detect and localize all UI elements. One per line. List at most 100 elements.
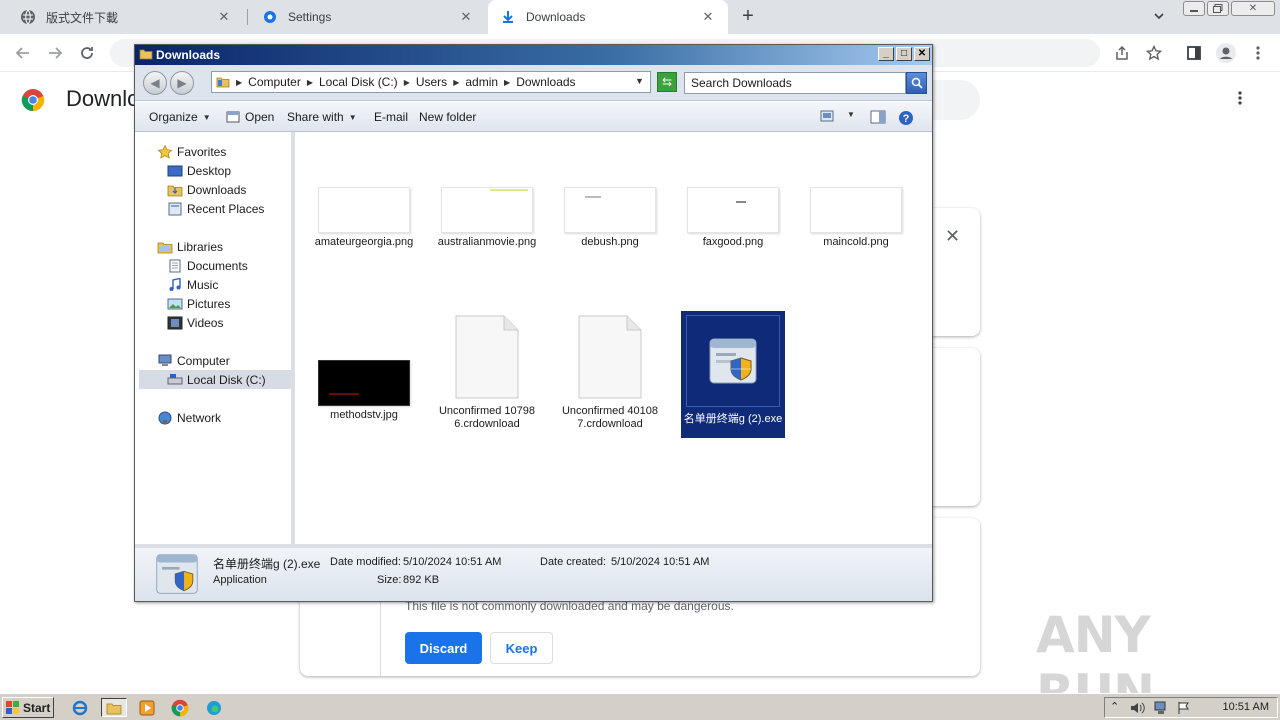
nav-favorites[interactable]: Favorites: [157, 142, 226, 161]
file-name: Unconfirmed 107986.crdownload: [438, 405, 535, 430]
back-icon[interactable]: [12, 42, 34, 64]
nav-music[interactable]: Music: [167, 275, 218, 294]
nav-favorites-label: Favorites: [177, 144, 227, 159]
view-dropdown-icon[interactable]: ▼: [847, 110, 855, 119]
file-item-selected[interactable]: 名单册终端g (2).exe: [681, 311, 785, 438]
size-value: 892 KB: [403, 574, 440, 586]
new-tab-button[interactable]: +: [738, 6, 758, 27]
search-input[interactable]: Search Downloads: [684, 72, 906, 94]
window-controls: ✕: [1183, 1, 1275, 17]
breadcrumb-arrow-icon[interactable]: ▶: [453, 78, 459, 87]
file-item[interactable]: Unconfirmed 401087.crdownload: [558, 315, 662, 431]
change-view-button[interactable]: [820, 110, 834, 122]
edge-icon[interactable]: [204, 698, 224, 717]
explorer-taskbar-icon[interactable]: [101, 698, 127, 717]
keep-button[interactable]: Keep: [490, 632, 553, 664]
file-item[interactable]: Unconfirmed 107986.crdownload: [435, 315, 539, 431]
refresh-icon[interactable]: ⇆: [657, 72, 677, 92]
breadcrumb-arrow-icon[interactable]: ▶: [236, 78, 242, 87]
volume-icon[interactable]: [1129, 701, 1145, 715]
start-button[interactable]: Start: [2, 697, 54, 718]
forward-icon[interactable]: ▶: [170, 71, 194, 95]
nav-videos-label: Videos: [187, 315, 224, 330]
media-player-icon[interactable]: [137, 698, 157, 717]
address-dropdown-icon[interactable]: ▼: [635, 76, 644, 86]
breadcrumb-arrow-icon[interactable]: ▶: [307, 78, 313, 87]
image-thumbnail: [318, 187, 410, 233]
share-with-button[interactable]: Share with ▼: [287, 110, 357, 124]
file-item[interactable]: amateurgeorgia.png: [312, 187, 416, 249]
close-tab-icon[interactable]: ✕: [700, 9, 716, 25]
breadcrumb-users[interactable]: Users: [416, 75, 447, 89]
file-item[interactable]: methodstv.jpg: [312, 315, 416, 422]
page-title: Downlo: [66, 86, 140, 111]
search-icon[interactable]: [906, 72, 927, 94]
preview-pane-icon[interactable]: [870, 110, 886, 124]
chrome-taskbar-icon[interactable]: [170, 698, 190, 717]
nav-recent-places[interactable]: Recent Places: [167, 199, 264, 218]
nav-libraries[interactable]: Libraries: [157, 237, 223, 256]
computer-icon: [158, 354, 172, 366]
minimize-icon[interactable]: _: [878, 47, 894, 61]
email-button[interactable]: E-mail: [374, 110, 408, 124]
forward-icon[interactable]: [44, 42, 66, 64]
chrome-menu-icon[interactable]: [1247, 42, 1269, 64]
breadcrumb-downloads[interactable]: Downloads: [516, 75, 575, 89]
nav-videos[interactable]: Videos: [167, 313, 223, 332]
help-icon[interactable]: ?: [898, 110, 914, 126]
nav-downloads[interactable]: Downloads: [167, 180, 246, 199]
discard-button[interactable]: Discard: [405, 632, 482, 664]
close-tab-icon[interactable]: ✕: [216, 9, 232, 25]
internet-explorer-icon[interactable]: [70, 698, 90, 717]
file-item[interactable]: maincold.png: [804, 187, 908, 249]
breadcrumb[interactable]: ▶ Computer ▶ Local Disk (C:) ▶ Users ▶ a…: [211, 71, 651, 93]
reload-icon[interactable]: [76, 42, 98, 64]
nav-computer[interactable]: Computer: [157, 351, 230, 370]
network-status-icon[interactable]: [1153, 701, 1169, 715]
restore-icon[interactable]: [1207, 1, 1229, 16]
nav-recent-places-label: Recent Places: [187, 201, 265, 216]
nav-network[interactable]: Network: [157, 408, 221, 427]
command-bar: Organize ▼ Open Share with ▼ E-mail New fo…: [135, 102, 932, 132]
tab-settings[interactable]: Settings ✕: [250, 0, 486, 34]
profile-avatar-icon[interactable]: [1215, 42, 1237, 64]
organize-button[interactable]: Organize ▼: [149, 110, 211, 124]
file-item[interactable]: australianmovie.png: [435, 187, 539, 249]
share-icon[interactable]: [1111, 42, 1133, 64]
close-icon[interactable]: ✕: [1231, 1, 1275, 16]
explorer-title-bar[interactable]: Downloads _ □ ✕: [135, 45, 932, 65]
breadcrumb-admin[interactable]: admin: [465, 75, 498, 89]
breadcrumb-arrow-icon[interactable]: ▶: [504, 78, 510, 87]
close-tab-icon[interactable]: ✕: [458, 9, 474, 25]
breadcrumb-local-disk[interactable]: Local Disk (C:): [319, 75, 398, 89]
nav-documents-label: Documents: [187, 258, 248, 273]
maximize-icon[interactable]: □: [896, 47, 912, 61]
downloads-folder-icon: [167, 185, 183, 196]
nav-downloads-label: Downloads: [187, 182, 247, 197]
remove-download-icon[interactable]: ✕: [945, 226, 960, 247]
file-item[interactable]: faxgood.png: [681, 187, 785, 249]
nav-pictures[interactable]: Pictures: [167, 294, 230, 313]
open-button[interactable]: Open: [226, 110, 274, 124]
breadcrumb-computer[interactable]: Computer: [248, 75, 301, 89]
tab-search-icon[interactable]: [1152, 9, 1166, 26]
nav-local-disk[interactable]: Local Disk (C:): [139, 370, 291, 389]
file-item[interactable]: debush.png: [558, 187, 662, 249]
breadcrumb-arrow-icon[interactable]: ▶: [404, 78, 410, 87]
show-hidden-icons-icon[interactable]: ⌃: [1110, 700, 1119, 713]
tab-document-download[interactable]: 版式文件下載 ✕: [8, 0, 244, 34]
back-icon[interactable]: ◀: [143, 71, 167, 95]
bookmark-star-icon[interactable]: [1143, 42, 1165, 64]
organize-label: Organize: [149, 110, 198, 124]
nav-documents[interactable]: Documents: [167, 256, 248, 275]
nav-local-disk-label: Local Disk (C:): [187, 372, 266, 387]
more-options-icon[interactable]: [1238, 90, 1242, 109]
minimize-icon[interactable]: [1183, 1, 1205, 16]
close-icon[interactable]: ✕: [914, 47, 930, 61]
nav-desktop[interactable]: Desktop: [167, 161, 231, 180]
clock[interactable]: 10:51 AM: [1223, 701, 1269, 713]
tab-downloads[interactable]: Downloads ✕: [488, 0, 728, 34]
side-panel-icon[interactable]: [1183, 42, 1205, 64]
action-center-flag-icon[interactable]: [1177, 701, 1191, 715]
new-folder-button[interactable]: New folder: [419, 110, 476, 124]
